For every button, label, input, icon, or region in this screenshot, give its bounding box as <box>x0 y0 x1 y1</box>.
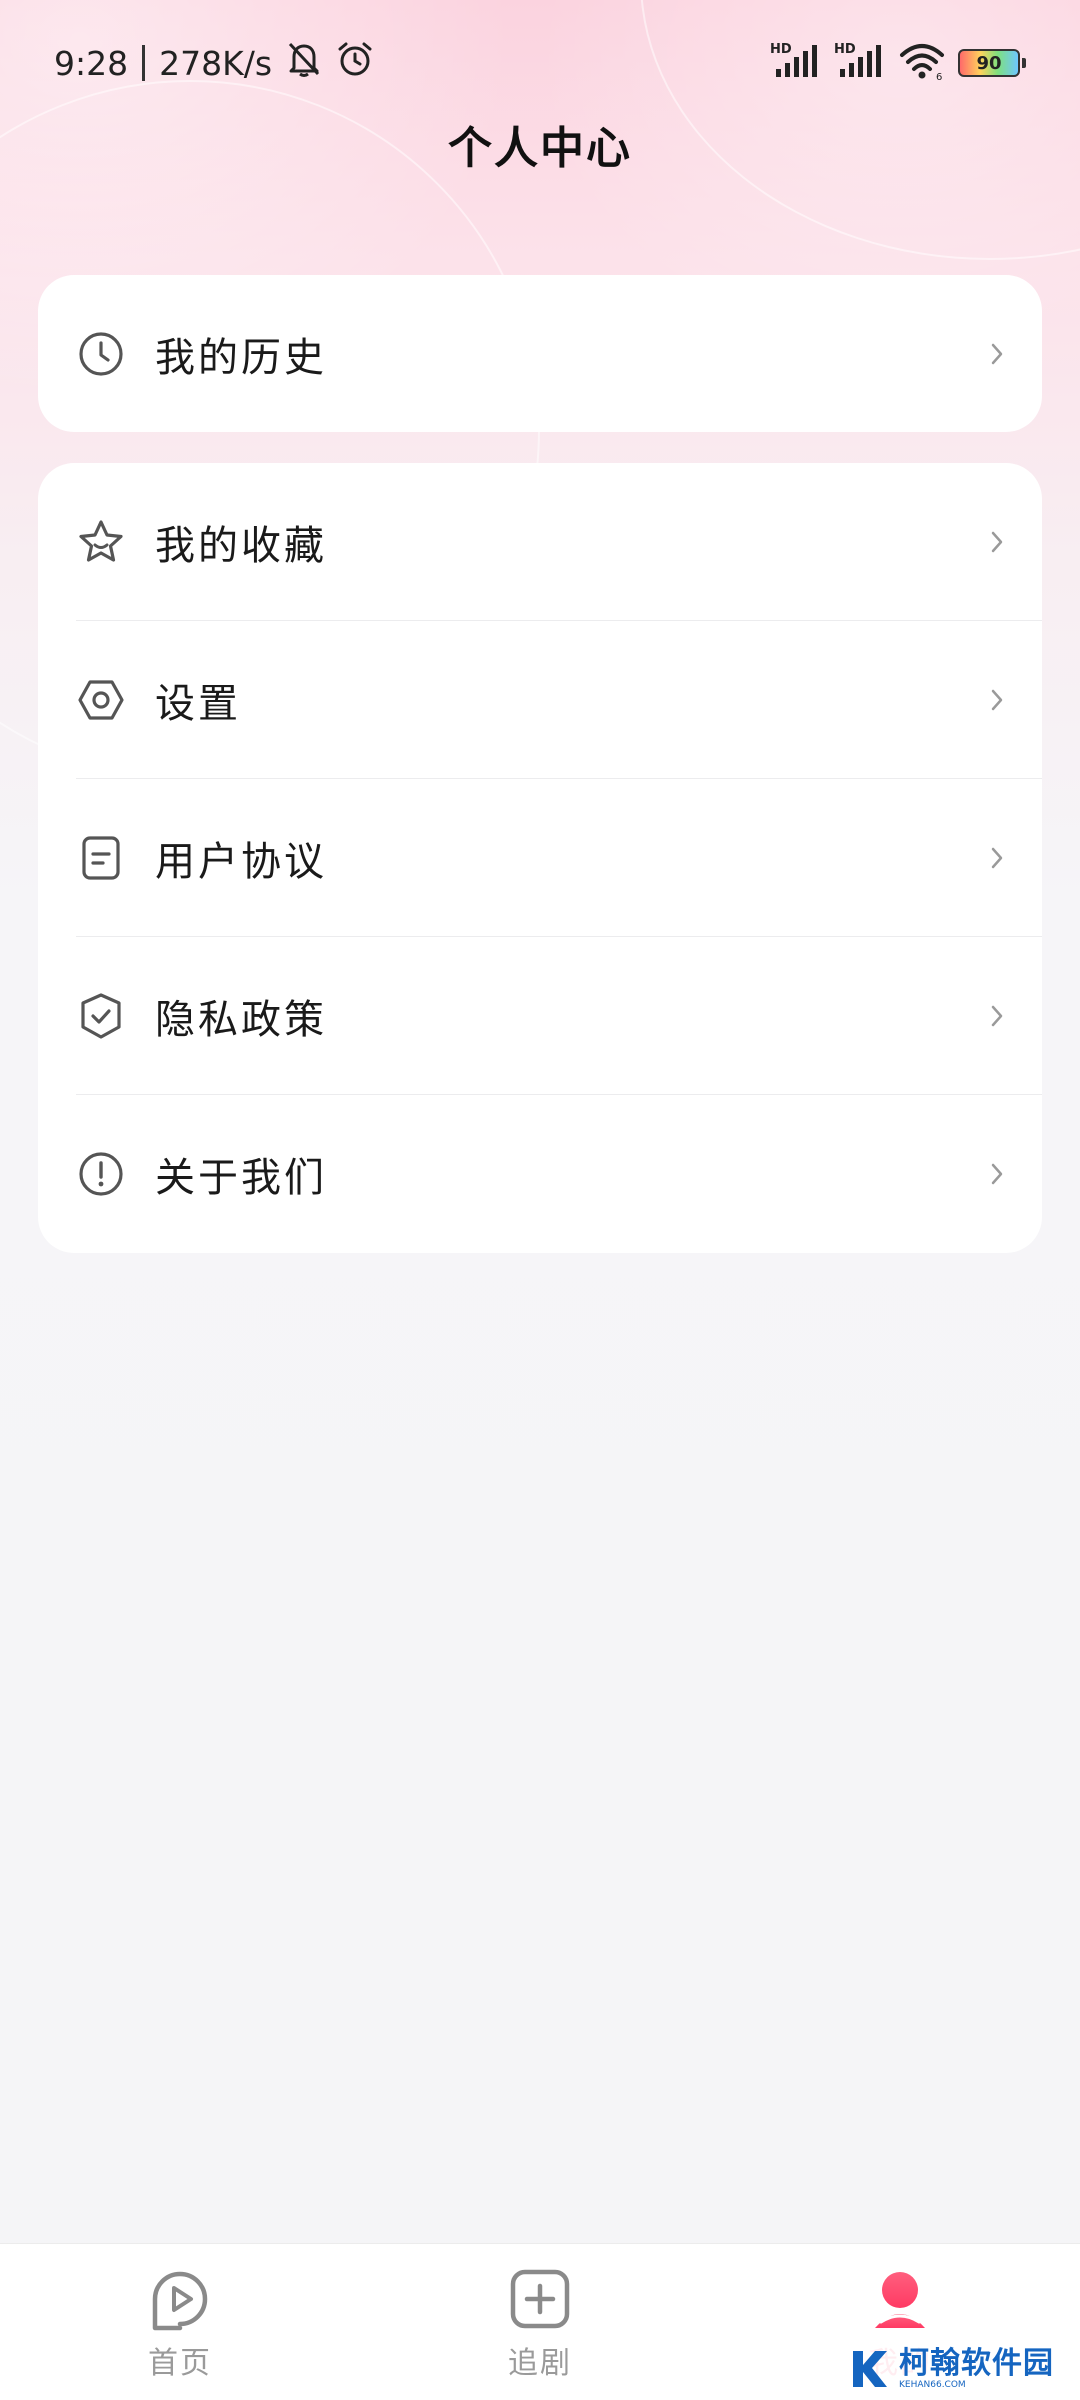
menu-item-history[interactable]: 我的历史 <box>38 275 1042 432</box>
chevron-right-icon <box>986 1001 1008 1031</box>
play-circle-icon <box>147 2266 213 2332</box>
menu-item-settings[interactable]: 设置 <box>38 621 1042 779</box>
hd-signal-icon: HD <box>770 41 822 85</box>
chevron-right-icon <box>986 527 1008 557</box>
tab-label: 首页 <box>148 2346 212 2381</box>
tab-home[interactable]: 首页 <box>80 2266 280 2396</box>
menu-item-label: 我的历史 <box>155 334 327 381</box>
menu-item-about-us[interactable]: 关于我们 <box>38 1095 1042 1253</box>
wifi-icon: 6 <box>898 41 946 85</box>
menu-item-label: 隐私政策 <box>155 997 327 1043</box>
menu-item-privacy-policy[interactable]: 隐私政策 <box>38 937 1042 1095</box>
star-icon <box>76 517 126 567</box>
chevron-right-icon <box>986 685 1008 715</box>
shield-check-icon <box>76 991 126 1041</box>
chevron-right-icon <box>986 339 1008 369</box>
menu-item-user-agreement[interactable]: 用户协议 <box>38 779 1042 937</box>
document-icon <box>76 833 126 883</box>
hd-signal-icon: HD <box>834 41 886 85</box>
menu-item-label: 我的收藏 <box>155 523 327 569</box>
battery-level: 90 <box>976 52 1002 74</box>
watermark-logo: 柯翰软件园 KEHAN66.COM <box>841 2340 1062 2398</box>
kehan-logo-icon <box>845 2345 893 2393</box>
tab-follow[interactable]: 追剧 <box>440 2266 640 2396</box>
svg-text:6: 6 <box>936 72 942 81</box>
history-card: 我的历史 <box>38 275 1042 432</box>
status-separator <box>142 45 146 81</box>
alarm-icon <box>336 40 374 86</box>
svg-text:HD: HD <box>770 42 792 57</box>
watermark-url: KEHAN66.COM <box>899 2379 966 2390</box>
clock-icon <box>76 329 126 379</box>
bell-muted-icon <box>286 40 322 86</box>
menu-item-label: 用户协议 <box>155 839 327 885</box>
page-title: 个人中心 <box>448 123 632 174</box>
battery-icon: 90 <box>958 49 1026 77</box>
menu-item-favorites[interactable]: 我的收藏 <box>38 463 1042 621</box>
watermark-name: 柯翰软件园 <box>899 2345 1054 2381</box>
menu-card: 我的收藏 设置 用户协议 隐私政策 关于我们 <box>38 463 1042 1253</box>
add-square-icon <box>507 2266 573 2332</box>
chevron-right-icon <box>986 1159 1008 1189</box>
status-net-speed: 278K/s <box>159 43 273 83</box>
tab-label: 追剧 <box>508 2346 572 2381</box>
info-circle-icon <box>76 1149 126 1199</box>
svg-text:HD: HD <box>834 42 856 57</box>
chevron-right-icon <box>986 843 1008 873</box>
status-bar: 9:28 278K/s HD HD 6 90 <box>0 0 1080 120</box>
user-icon <box>867 2266 933 2332</box>
status-time: 9:28 <box>54 43 129 83</box>
menu-item-label: 设置 <box>155 681 241 727</box>
settings-hexagon-icon <box>76 675 126 725</box>
menu-item-label: 关于我们 <box>155 1155 327 1201</box>
